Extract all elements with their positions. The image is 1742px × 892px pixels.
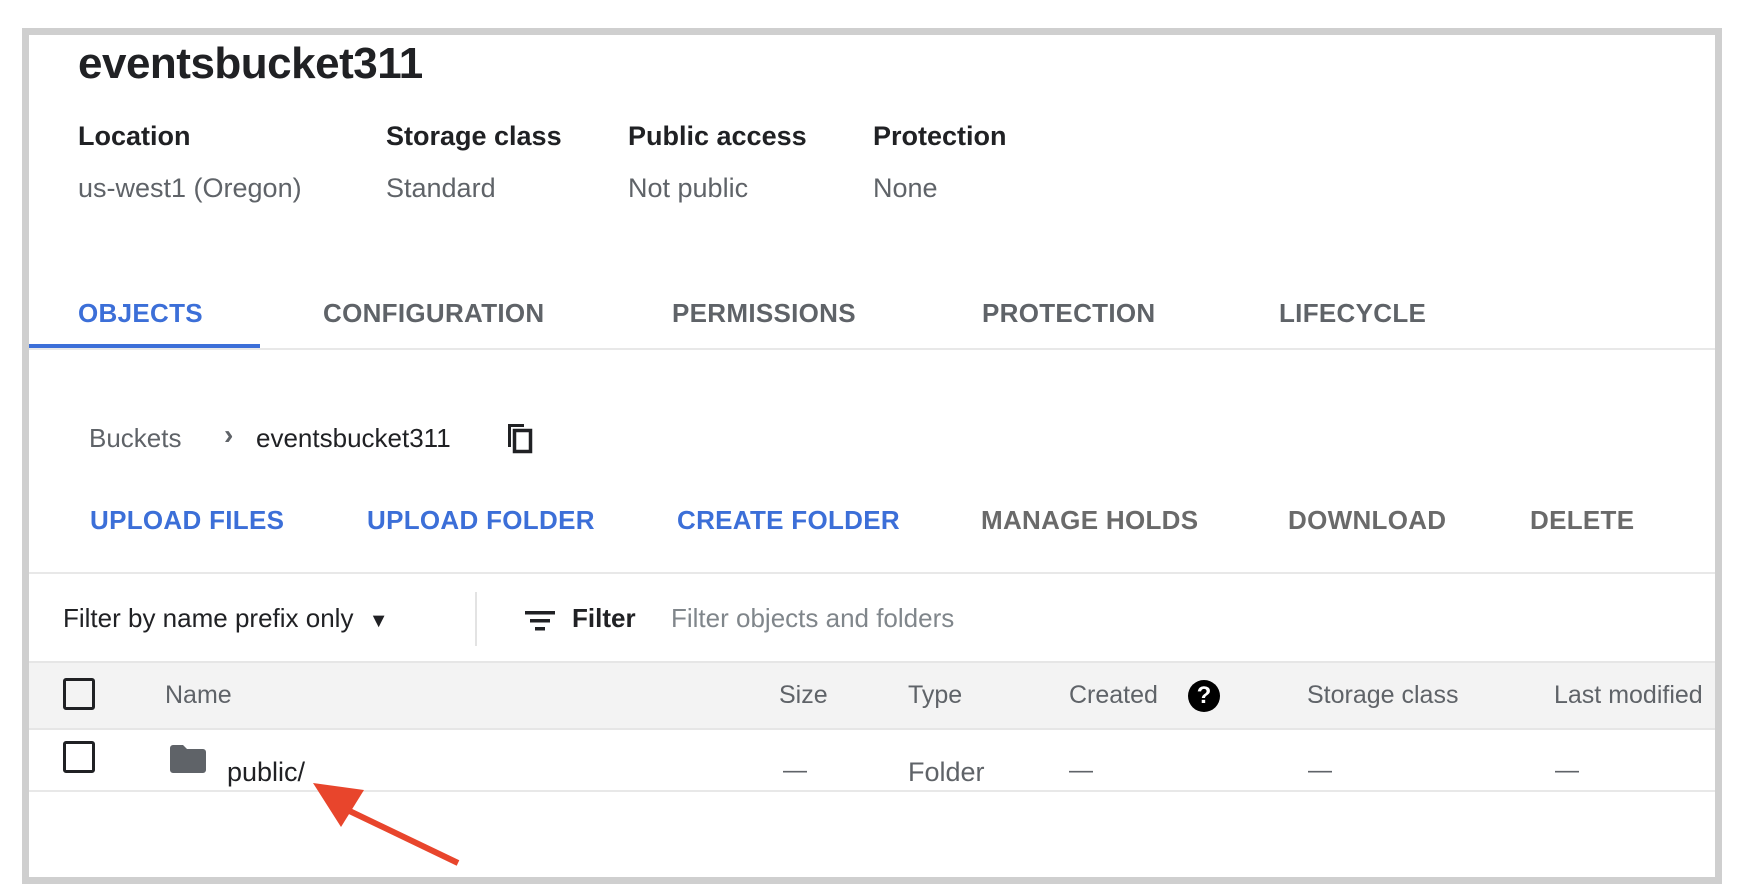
annotation-arrow	[313, 783, 460, 866]
bucket-details-panel: eventsbucket311 Location Storage class P…	[22, 28, 1722, 884]
